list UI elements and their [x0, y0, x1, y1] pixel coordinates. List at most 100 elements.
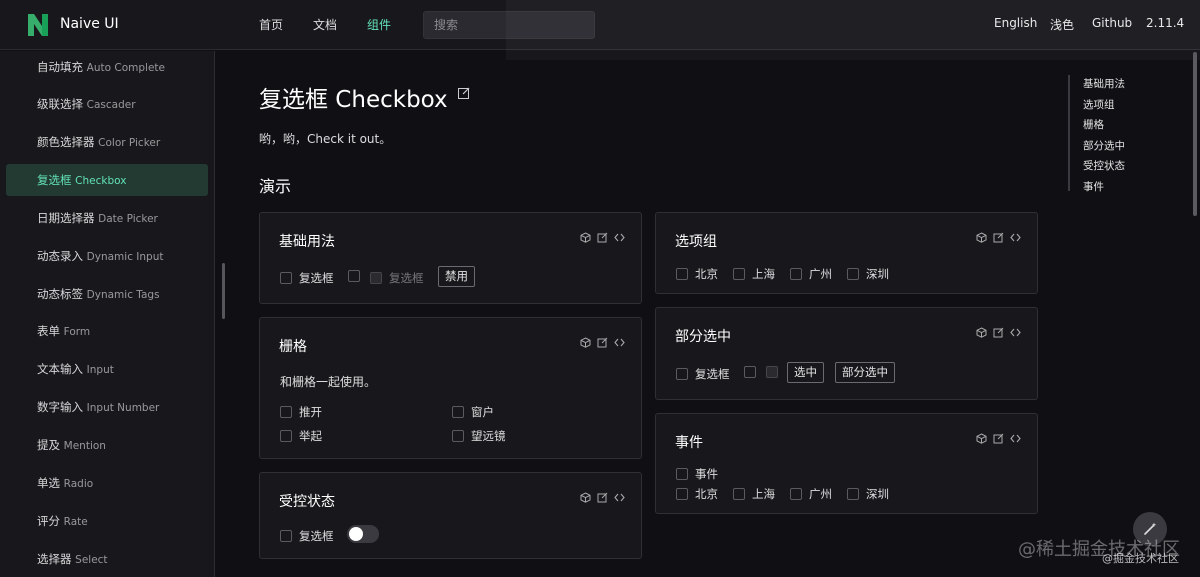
edit-icon[interactable]	[597, 492, 608, 503]
sidebar-item-form[interactable]: 表单 Form	[6, 315, 208, 347]
checkbox-box[interactable]	[280, 530, 292, 542]
theme-switch[interactable]: 浅色	[1050, 16, 1074, 33]
edit-icon[interactable]	[457, 86, 471, 100]
sidebar-item-label: 文本输入	[37, 362, 83, 376]
sidebar-scrollbar[interactable]	[222, 263, 225, 319]
code-icon[interactable]	[614, 232, 625, 243]
checkbox-box[interactable]	[790, 268, 802, 280]
checkbox-empty[interactable]	[744, 366, 756, 378]
cube-icon[interactable]	[976, 433, 987, 444]
checkbox-label: 北京	[695, 267, 718, 281]
anchor-link[interactable]: 栅格	[1083, 117, 1104, 132]
checkbox-event[interactable]: 事件	[676, 466, 718, 482]
cube-icon[interactable]	[580, 492, 591, 503]
language-switch[interactable]: English	[994, 16, 1037, 30]
search-input[interactable]	[423, 11, 595, 39]
checkbox-grid[interactable]: 望远镜	[452, 428, 506, 444]
checkbox-box[interactable]	[676, 368, 688, 380]
checkbox-box[interactable]	[452, 430, 464, 442]
nav-docs[interactable]: 文档	[313, 16, 337, 33]
anchor-link[interactable]: 事件	[1083, 179, 1104, 194]
sidebar-item-date-picker[interactable]: 日期选择器 Date Picker	[6, 202, 208, 234]
cube-icon[interactable]	[580, 337, 591, 348]
sidebar-item-en: Form	[63, 326, 91, 338]
checkbox-box[interactable]	[452, 406, 464, 418]
checkbox-shenzhen[interactable]: 深圳	[847, 486, 889, 502]
sidebar-item-color-picker[interactable]: 颜色选择器 Color Picker	[6, 126, 208, 158]
checkbox-empty[interactable]	[348, 270, 360, 282]
card-title: 栅格	[279, 339, 307, 355]
sidebar-item-input[interactable]: 文本输入 Input	[6, 353, 208, 385]
sidebar-item-label: 表单	[37, 324, 60, 338]
nav-components[interactable]: 组件	[367, 16, 391, 33]
sidebar-item-select[interactable]: 选择器 Select	[6, 543, 208, 575]
checkbox-box[interactable]	[348, 270, 360, 282]
checkbox-box[interactable]	[676, 268, 688, 280]
edit-icon[interactable]	[993, 327, 1004, 338]
code-icon[interactable]	[1010, 433, 1021, 444]
edit-icon[interactable]	[597, 232, 608, 243]
sidebar-item-label: 复选框	[37, 173, 72, 187]
page-scrollbar[interactable]	[1193, 52, 1197, 216]
checkbox-box[interactable]	[847, 268, 859, 280]
checkbox-grid[interactable]: 举起	[280, 428, 322, 444]
checkbox-grid[interactable]: 推开	[280, 404, 322, 420]
sidebar-item-dynamic-input[interactable]: 动态录入 Dynamic Input	[6, 240, 208, 272]
cube-icon[interactable]	[976, 232, 987, 243]
code-icon[interactable]	[1010, 327, 1021, 338]
nav-home[interactable]: 首页	[259, 16, 283, 33]
checkbox-box[interactable]	[790, 488, 802, 500]
brand-name[interactable]: Naive UI	[60, 16, 119, 32]
checkbox-box[interactable]	[280, 406, 292, 418]
edit-icon[interactable]	[993, 232, 1004, 243]
edit-icon[interactable]	[597, 337, 608, 348]
sidebar-item-dynamic-tags[interactable]: 动态标签 Dynamic Tags	[6, 278, 208, 310]
checkbox-shenzhen[interactable]: 深圳	[847, 266, 889, 282]
checkbox-box[interactable]	[676, 468, 688, 480]
sidebar-item-radio[interactable]: 单选 Radio	[6, 467, 208, 499]
checkbox-partial[interactable]: 复选框	[676, 366, 730, 382]
version-badge[interactable]: 2.11.4	[1146, 16, 1184, 30]
checkbox-shanghai[interactable]: 上海	[733, 486, 775, 502]
checkbox-guangzhou[interactable]: 广州	[790, 486, 832, 502]
indeterminate-button[interactable]: 部分选中	[835, 362, 895, 383]
anchor-link[interactable]: 选项组	[1083, 97, 1115, 112]
checkbox-beijing[interactable]: 北京	[676, 486, 718, 502]
sidebar-item-auto-complete[interactable]: 自动填充 Auto Complete	[6, 51, 208, 83]
checkbox-box[interactable]	[280, 272, 292, 284]
checkbox-controlled[interactable]: 复选框	[280, 528, 334, 544]
checkbox-guangzhou[interactable]: 广州	[790, 266, 832, 282]
cube-icon[interactable]	[976, 327, 987, 338]
sidebar-item-checkbox[interactable]: 复选框 Checkbox	[6, 164, 208, 196]
toggle-switch[interactable]	[347, 525, 379, 543]
checkbox-shanghai[interactable]: 上海	[733, 266, 775, 282]
code-icon[interactable]	[614, 337, 625, 348]
sidebar-item-cascader[interactable]: 级联选择 Cascader	[6, 88, 208, 120]
checkbox-box[interactable]	[744, 366, 756, 378]
anchor-link[interactable]: 受控状态	[1083, 158, 1125, 173]
code-icon[interactable]	[614, 492, 625, 503]
cube-icon[interactable]	[580, 232, 591, 243]
code-icon[interactable]	[1010, 232, 1021, 243]
sidebar-item-input-number[interactable]: 数字输入 Input Number	[6, 391, 208, 423]
anchor-link[interactable]: 基础用法	[1083, 76, 1125, 91]
checkbox-box[interactable]	[676, 488, 688, 500]
checkbox-beijing[interactable]: 北京	[676, 266, 718, 282]
checkbox-box[interactable]	[733, 488, 745, 500]
checkbox-grid[interactable]: 窗户	[452, 404, 494, 420]
edit-icon[interactable]	[993, 433, 1004, 444]
checkbox-box[interactable]	[733, 268, 745, 280]
naive-ui-logo-icon[interactable]	[26, 12, 50, 38]
github-link[interactable]: Github	[1092, 16, 1132, 30]
page-title: 复选框 Checkbox	[259, 87, 448, 113]
sidebar-item-rate[interactable]: 评分 Rate	[6, 505, 208, 537]
check-button[interactable]: 选中	[787, 362, 824, 383]
disable-button[interactable]: 禁用	[438, 266, 475, 287]
checkbox-box[interactable]	[280, 430, 292, 442]
anchor-link[interactable]: 部分选中	[1083, 138, 1125, 153]
sidebar-item-en: Dynamic Tags	[86, 289, 160, 301]
checkbox-basic[interactable]: 复选框	[280, 270, 334, 286]
checkbox-box[interactable]	[847, 488, 859, 500]
card-title: 受控状态	[279, 494, 335, 510]
sidebar-item-mention[interactable]: 提及 Mention	[6, 429, 208, 461]
